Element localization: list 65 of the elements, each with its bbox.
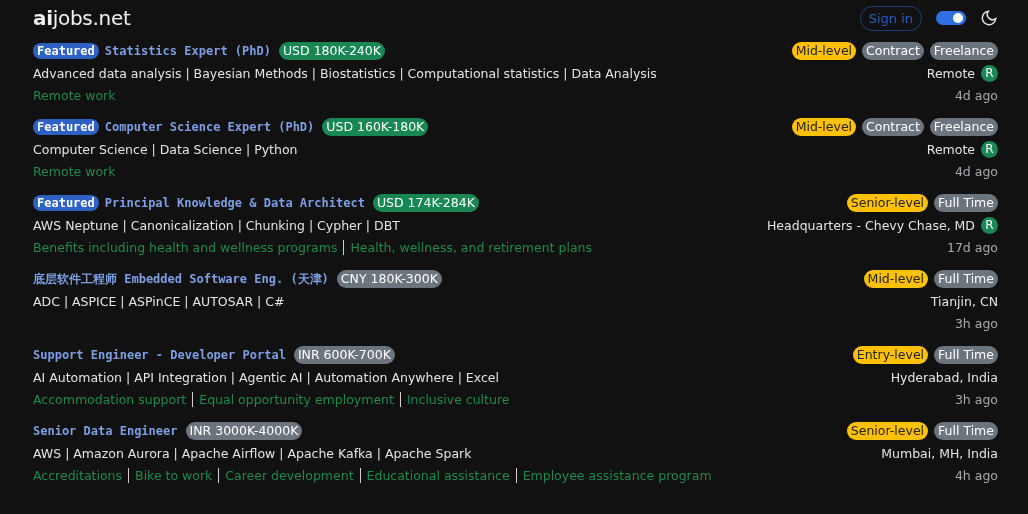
posted-time: 3h ago bbox=[954, 391, 998, 407]
benefit-text: Health, wellness, and retirement plans bbox=[350, 239, 592, 255]
benefit-text: Remote work bbox=[33, 87, 116, 103]
level-badge: Senior-level bbox=[846, 422, 929, 440]
job-type-badge: Full Time bbox=[934, 422, 998, 440]
job-type-badge: Freelance bbox=[929, 42, 998, 60]
theme-toggle[interactable] bbox=[936, 11, 966, 25]
job-location: Remote bbox=[926, 65, 975, 81]
level-badge: Mid-level bbox=[791, 42, 857, 60]
job-title[interactable]: Statistics Expert (PhD) bbox=[104, 44, 271, 58]
job-location: Remote bbox=[926, 141, 975, 157]
salary-badge: USD 174K-284K bbox=[372, 194, 479, 212]
site-logo[interactable]: aijobs.net bbox=[33, 6, 131, 30]
benefit-text: Remote work bbox=[33, 163, 116, 179]
job-title[interactable]: 底层软件工程师 Embedded Software Eng. (天津) bbox=[33, 270, 329, 288]
posted-time: 4h ago bbox=[954, 467, 998, 483]
benefit-text: Accommodation support bbox=[33, 391, 187, 407]
featured-badge: Featured bbox=[33, 195, 99, 211]
job-location: Hyderabad, India bbox=[890, 369, 998, 385]
job-type-badge: Full Time bbox=[934, 270, 998, 288]
posted-time: 4d ago bbox=[954, 163, 998, 179]
benefit-text: Accreditations bbox=[33, 467, 123, 483]
level-badge: Senior-level bbox=[846, 194, 929, 212]
level-badge: Entry-level bbox=[852, 346, 929, 364]
remote-badge: R bbox=[981, 140, 998, 158]
posted-time: 17d ago bbox=[946, 239, 998, 255]
benefit-text: Educational assistance bbox=[366, 467, 510, 483]
level-badge: Mid-level bbox=[863, 270, 929, 288]
salary-badge: INR 600K-700K bbox=[293, 346, 395, 364]
benefit-text: Inclusive culture bbox=[406, 391, 510, 407]
salary-badge: USD 180K-240K bbox=[278, 42, 385, 60]
featured-badge: Featured bbox=[33, 43, 99, 59]
salary-badge: INR 3000K-4000K bbox=[185, 422, 303, 440]
remote-badge: R bbox=[981, 64, 998, 82]
benefit-text: Employee assistance program bbox=[522, 467, 712, 483]
job-title[interactable]: Support Engineer - Developer Portal bbox=[33, 348, 286, 362]
benefit-text: Benefits including health and wellness programs bbox=[33, 239, 338, 255]
job-type-badge: Contract bbox=[862, 118, 924, 136]
job-type-badge: Contract bbox=[862, 42, 924, 60]
job-location: Tianjin, CN bbox=[930, 293, 998, 309]
skills-list: AWS Neptune | Canonicalization | Chunking | Cypher | DBT bbox=[33, 217, 400, 233]
job-title[interactable]: Computer Science Expert (PhD) bbox=[104, 120, 315, 134]
job-type-badge: Full Time bbox=[934, 194, 998, 212]
benefit-text: Bike to work bbox=[135, 467, 213, 483]
moon-icon[interactable] bbox=[980, 9, 998, 27]
job-type-badge: Freelance bbox=[929, 118, 998, 136]
salary-badge: CNY 180K-300K bbox=[336, 270, 442, 288]
posted-time: 3h ago bbox=[954, 315, 998, 331]
posted-time: 4d ago bbox=[954, 87, 998, 103]
benefit-text: Career development bbox=[225, 467, 354, 483]
level-badge: Mid-level bbox=[791, 118, 857, 136]
job-title[interactable]: Senior Data Engineer bbox=[33, 424, 178, 438]
job-type-badge: Full Time bbox=[934, 346, 998, 364]
job-location: Headquarters - Chevy Chase, MD bbox=[766, 217, 975, 233]
skills-list: ADC | ASPICE | ASPinCE | AUTOSAR | C# bbox=[33, 293, 285, 309]
benefit-text: Equal opportunity employment bbox=[199, 391, 394, 407]
remote-badge: R bbox=[981, 216, 998, 234]
featured-badge: Featured bbox=[33, 119, 99, 135]
job-location: Mumbai, MH, India bbox=[881, 445, 998, 461]
skills-list: AWS | Amazon Aurora | Apache Airflow | Apache Kafka | Apache Spark bbox=[33, 445, 472, 461]
job-title[interactable]: Principal Knowledge & Data Architect bbox=[104, 196, 365, 210]
skills-list: Advanced data analysis | Bayesian Methods | Biostatistics | Computational statistics | Data Analysis bbox=[33, 65, 657, 81]
salary-badge: USD 160K-180K bbox=[322, 118, 429, 136]
skills-list: AI Automation | API Integration | Agentic AI | Automation Anywhere | Excel bbox=[33, 369, 499, 385]
skills-list: Computer Science | Data Science | Python bbox=[33, 141, 298, 157]
